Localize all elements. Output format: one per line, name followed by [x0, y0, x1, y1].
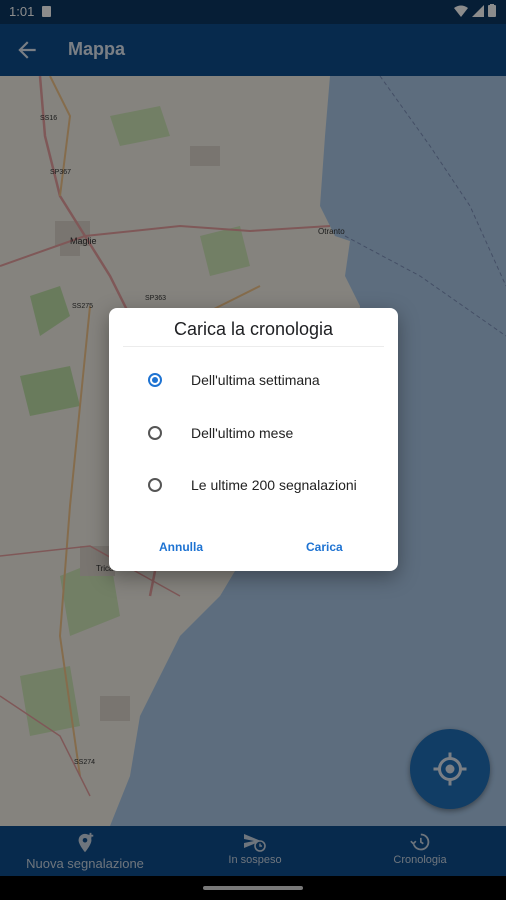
option-last-200[interactable]: Le ultime 200 segnalazioni	[109, 465, 398, 505]
dialog-divider	[123, 346, 384, 347]
option-last-week[interactable]: Dell'ultima settimana	[109, 360, 398, 400]
radio-button[interactable]	[148, 478, 162, 492]
load-button[interactable]: Carica	[306, 540, 343, 554]
radio-button[interactable]	[148, 426, 162, 440]
option-label: Le ultime 200 segnalazioni	[191, 477, 357, 493]
dialog-title: Carica la cronologia	[173, 319, 334, 339]
option-label: Dell'ultima settimana	[191, 372, 320, 388]
cancel-button[interactable]: Annulla	[159, 540, 203, 554]
load-history-dialog: Carica la cronologia Dell'ultima settima…	[109, 308, 398, 571]
app-screen: Otranto Maglie SS16 SP367 SP363 SS275 SS…	[0, 0, 506, 900]
radio-button-checked[interactable]	[148, 373, 162, 387]
option-last-month[interactable]: Dell'ultimo mese	[109, 413, 398, 453]
option-label: Dell'ultimo mese	[191, 425, 294, 441]
